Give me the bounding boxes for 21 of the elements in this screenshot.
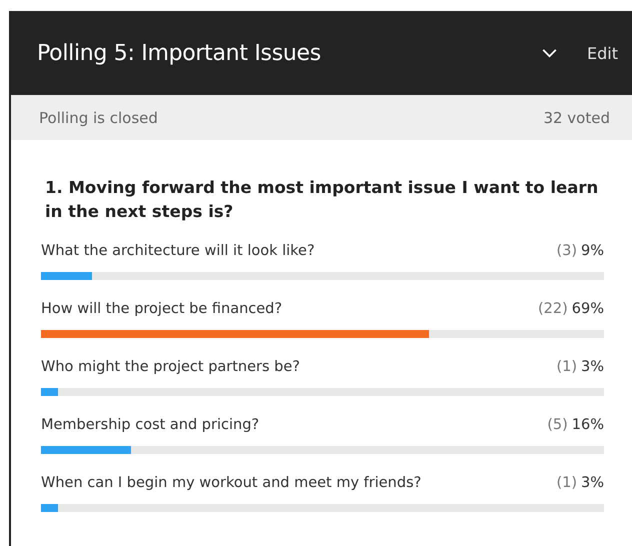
vote-count: (1) bbox=[556, 475, 577, 491]
option-label: Membership cost and pricing? bbox=[41, 416, 260, 435]
vote-count: 32 voted bbox=[543, 108, 610, 126]
edit-button[interactable]: Edit bbox=[587, 44, 632, 62]
vote-count: (5) bbox=[547, 417, 568, 433]
option-label: What the architecture will it look like? bbox=[41, 242, 315, 261]
option-label: Who might the project partners be? bbox=[41, 358, 300, 377]
question-text: 1. Moving forward the most important issue I want to learn in the next steps is? bbox=[45, 177, 600, 223]
vote-percent: 3% bbox=[580, 359, 604, 375]
vote-count: (3) bbox=[556, 243, 577, 259]
vote-percent: 9% bbox=[580, 243, 604, 259]
vote-count: (1) bbox=[556, 359, 577, 375]
vote-percent: 3% bbox=[580, 475, 604, 491]
option-label: When can I begin my workout and meet my friends? bbox=[41, 474, 422, 493]
vote-count: (22) bbox=[538, 301, 568, 317]
option-label: How will the project be financed? bbox=[41, 300, 282, 319]
vote-percent: 69% bbox=[572, 301, 604, 317]
vote-percent: 16% bbox=[572, 417, 604, 433]
poll-title: Polling 5: Important Issues bbox=[37, 40, 322, 66]
chevron-down-icon[interactable] bbox=[542, 48, 558, 58]
poll-status: Polling is closed bbox=[39, 108, 158, 126]
